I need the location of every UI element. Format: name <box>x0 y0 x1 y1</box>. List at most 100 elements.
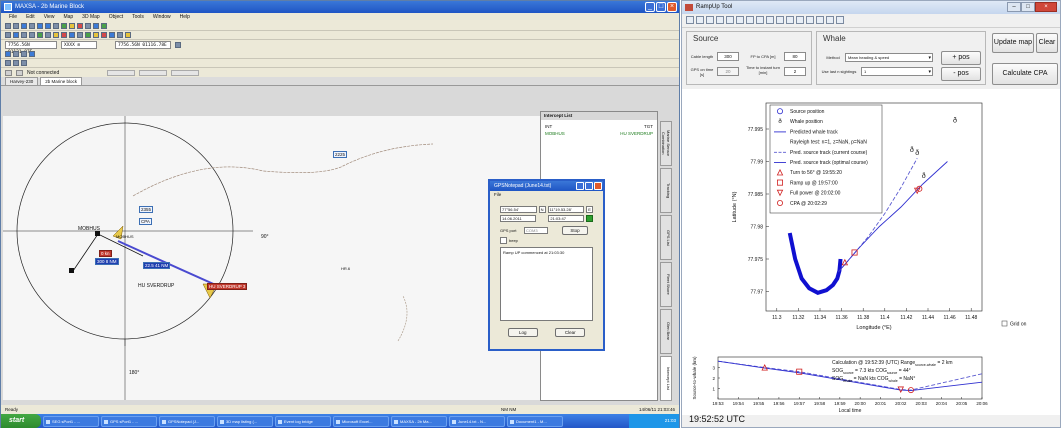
lon-hemisphere[interactable]: E <box>586 206 593 213</box>
tool-icon-8[interactable] <box>61 32 67 38</box>
tool-icon-12[interactable] <box>93 32 99 38</box>
task-june14[interactable]: June14.txt - N... <box>449 415 505 427</box>
minus-pos-button[interactable]: - pos <box>941 67 981 81</box>
show-plot-tools-icon[interactable] <box>836 16 844 24</box>
zoom-out-icon[interactable] <box>45 23 51 29</box>
menu-edit[interactable]: Edit <box>26 13 35 22</box>
nav-icon-4[interactable] <box>29 51 35 57</box>
lat-hemisphere[interactable]: N <box>538 206 546 213</box>
hide-plot-tools-icon[interactable] <box>826 16 834 24</box>
side-tab-gps-list[interactable]: GPS List <box>660 215 672 260</box>
side-tab-tracking[interactable]: Tracking <box>660 168 672 213</box>
stop-button[interactable]: Stop <box>562 226 588 235</box>
time-to-instant-input[interactable]: 2 <box>784 67 806 76</box>
tool-icon-10[interactable] <box>77 32 83 38</box>
tool-icon-6[interactable] <box>45 32 51 38</box>
grid-icon-1[interactable] <box>5 60 11 66</box>
side-tab-olen-bear[interactable]: Olen Bear <box>660 309 672 354</box>
zoom-out-icon[interactable] <box>746 16 754 24</box>
box-2355[interactable]: 2355 <box>139 206 154 213</box>
rampup-minimize-button[interactable]: – <box>1007 2 1021 12</box>
tool-icon-7[interactable] <box>53 32 59 38</box>
intercept-row[interactable]: MOBHUS HU SVERDRUP <box>541 130 657 137</box>
dialog-menu-file[interactable]: File <box>490 191 603 199</box>
side-tab-fleet-shore[interactable]: Fleet Shore <box>660 262 672 307</box>
tool-icon-16[interactable] <box>125 32 131 38</box>
pan-icon[interactable] <box>53 23 59 29</box>
track-icon[interactable] <box>93 23 99 29</box>
connect-icon[interactable] <box>5 69 12 76</box>
new-icon[interactable] <box>5 23 11 29</box>
tool-icon-1[interactable] <box>5 32 11 38</box>
tab-marine-block[interactable]: 2b Marine block <box>40 77 83 85</box>
data-cursor-icon[interactable] <box>776 16 784 24</box>
gps-port-select[interactable]: COM3 <box>524 227 548 234</box>
task-gpsnotepad[interactable]: GPSNotepad (J... <box>159 415 215 427</box>
time-field[interactable]: 21:03:47 <box>548 215 585 222</box>
fp-cpa-input[interactable]: 80 <box>784 52 806 61</box>
dialog-close-button[interactable] <box>594 182 602 190</box>
colorbar-icon[interactable] <box>806 16 814 24</box>
method-select[interactable]: Mean heading & speed <box>845 53 933 62</box>
range-field[interactable]: XXXX m <box>61 41 97 49</box>
new-figure-icon[interactable] <box>686 16 694 24</box>
tool-icon-15[interactable] <box>117 32 123 38</box>
menu-help[interactable]: Help <box>180 13 190 22</box>
latitude-field[interactable]: 77°56.54' <box>500 206 537 213</box>
dialog-clear-button[interactable]: Clear <box>555 328 586 337</box>
position-plot[interactable]: 11.3 11.32 11.34 11.36 11.38 11.4 11.42 11.44 11… <box>682 89 1060 355</box>
cursor-position-field[interactable]: 7756.56N 01121.87E <box>5 41 57 55</box>
grid-icon-2[interactable] <box>13 60 19 66</box>
tab-harvey[interactable]: Harvey-230 <box>5 77 39 85</box>
range-plot[interactable]: 19:53 19:54 19:55 19:56 19:57 19:58 19:59 20:00… <box>682 355 1060 415</box>
ship-position-field[interactable]: 7756.56N 01116.78E <box>115 41 171 49</box>
pointer-icon[interactable] <box>726 16 734 24</box>
menu-object[interactable]: Object <box>109 13 123 22</box>
disconnect-icon[interactable] <box>16 69 23 76</box>
use-last-select[interactable]: 1 <box>861 67 933 76</box>
tool-icon-11[interactable] <box>85 32 91 38</box>
tool-icon-4[interactable] <box>29 32 35 38</box>
box-cpa[interactable]: CPA <box>139 218 152 225</box>
task-document1[interactable]: Document1 - M... <box>507 415 563 427</box>
task-gps-sport[interactable]: GPS sPort1 - ... <box>101 415 157 427</box>
rampup-close-button[interactable]: × <box>1035 2 1057 12</box>
longitude-field[interactable]: 11°19.53.28' <box>547 206 585 213</box>
task-maxsa[interactable]: MAXSA - 2b Ma... <box>391 415 447 427</box>
beep-checkbox[interactable] <box>500 237 507 244</box>
log-button[interactable]: Log <box>507 328 538 337</box>
side-tab-marine-sensor[interactable]: Marine Sensor Combination <box>660 121 672 166</box>
link-icon[interactable] <box>796 16 804 24</box>
layers-icon[interactable] <box>61 23 67 29</box>
side-tab-intercept-list[interactable]: Intercept List <box>660 356 672 401</box>
open-icon[interactable] <box>13 23 19 29</box>
clear-button[interactable]: Clear <box>1036 33 1058 53</box>
task-excel[interactable]: Microsoft Excel... <box>333 415 389 427</box>
settings-icon[interactable] <box>85 23 91 29</box>
cable-length-input[interactable]: 300 <box>717 52 739 61</box>
menu-file[interactable]: File <box>9 13 17 22</box>
tool-icon-9[interactable] <box>69 32 75 38</box>
tool-icon-5[interactable] <box>37 32 43 38</box>
task-seg-sport[interactable]: SEG sPort1 - ... <box>43 415 99 427</box>
start-button[interactable]: start <box>1 414 41 428</box>
gps-on-time-input[interactable]: 20 <box>717 67 739 76</box>
close-button[interactable]: × <box>667 2 677 12</box>
center-icon[interactable] <box>101 23 107 29</box>
menu-map[interactable]: Map <box>63 13 73 22</box>
task-event-log[interactable]: Event log bridge <box>275 415 331 427</box>
plus-pos-button[interactable]: + pos <box>941 51 981 65</box>
task-3d-map[interactable]: 3D map listing (... <box>217 415 273 427</box>
update-map-button[interactable]: Update map <box>992 33 1034 53</box>
print-figure-icon[interactable] <box>716 16 724 24</box>
tool-icon-14[interactable] <box>109 32 115 38</box>
nav-icon-3[interactable] <box>21 51 27 57</box>
rampup-maximize-button[interactable]: □ <box>1021 2 1035 12</box>
save-icon[interactable] <box>21 23 27 29</box>
tool-icon-2[interactable] <box>13 32 19 38</box>
menu-3d-map[interactable]: 3D Map <box>82 13 100 22</box>
maximize-button[interactable]: □ <box>656 2 666 12</box>
zoom-in-icon[interactable] <box>37 23 43 29</box>
nav-icon-1[interactable] <box>5 51 11 57</box>
date-field[interactable]: 14.06.2011 <box>500 215 536 222</box>
